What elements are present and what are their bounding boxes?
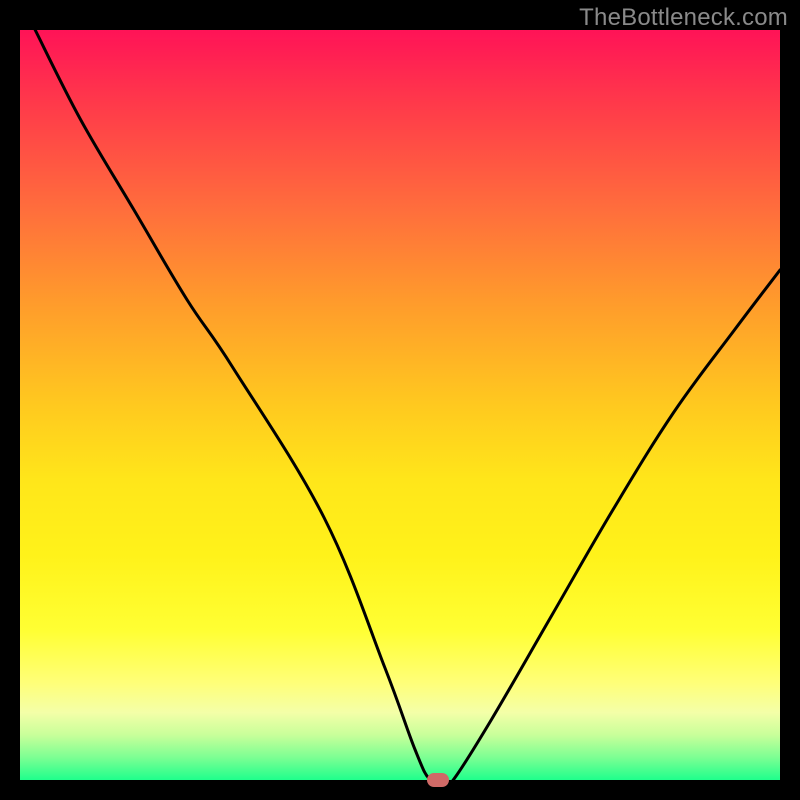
bottleneck-curve (35, 30, 780, 780)
chart-container: TheBottleneck.com (0, 0, 800, 800)
optimal-marker (427, 773, 449, 787)
watermark-text: TheBottleneck.com (579, 4, 788, 32)
curve-svg (20, 30, 780, 780)
plot-area (20, 30, 780, 780)
